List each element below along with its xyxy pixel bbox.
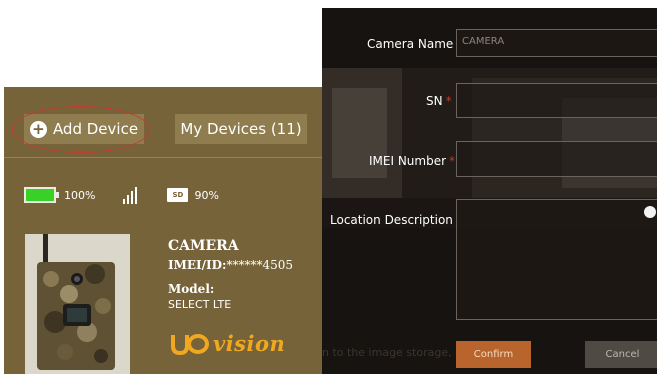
- my-devices-button[interactable]: My Devices (11): [175, 114, 307, 144]
- device-panel: + Add Device My Devices (11) 100% SD 90%: [4, 87, 322, 374]
- device-info: CAMERA IMEI/ID:******4505 Model: SELECT …: [168, 238, 293, 311]
- add-device-button[interactable]: + Add Device: [24, 114, 144, 144]
- sd-card-level: 90%: [194, 188, 219, 202]
- sn-input[interactable]: [456, 83, 657, 118]
- imei-label: IMEI/ID:: [168, 258, 227, 272]
- imei-number-label: IMEI Number *: [369, 154, 456, 168]
- device-form-panel: Camera Name CAMERA SN * IMEI Number * Loca…: [322, 8, 657, 374]
- device-status-row: 100% SD 90%: [24, 185, 219, 205]
- uovision-logo: vision: [169, 331, 285, 356]
- uo-logo-icon: [171, 333, 209, 355]
- battery-level: 100%: [64, 188, 96, 202]
- sn-label: SN *: [426, 94, 452, 108]
- confirm-button[interactable]: Confirm: [456, 341, 531, 368]
- location-description-textarea[interactable]: [456, 199, 657, 320]
- battery-icon: [24, 187, 59, 203]
- device-name: CAMERA: [168, 238, 239, 254]
- plus-icon: +: [29, 120, 47, 138]
- location-description-label: Location Description: [330, 213, 453, 227]
- signal-icon: [123, 186, 138, 204]
- model-label: Model:: [168, 282, 215, 296]
- device-imei: IMEI/ID:******4505: [168, 258, 293, 272]
- imei-value: ******4505: [226, 258, 294, 272]
- divider: [4, 157, 322, 158]
- imei-number-input[interactable]: [456, 141, 657, 177]
- my-devices-label: My Devices (11): [180, 120, 302, 138]
- camera-image: [25, 234, 130, 374]
- scroll-handle[interactable]: [644, 206, 656, 218]
- cancel-button[interactable]: Cancel: [585, 341, 657, 368]
- model-value: SELECT LTE: [168, 298, 232, 311]
- camera-name-input[interactable]: CAMERA: [456, 29, 657, 57]
- add-device-label: Add Device: [52, 120, 139, 138]
- camera-name-label: Camera Name: [367, 37, 454, 51]
- footer-hint: n to the image storage,: [322, 346, 452, 359]
- brand-wordmark: vision: [213, 331, 286, 356]
- sd-card-icon: SD: [167, 188, 189, 202]
